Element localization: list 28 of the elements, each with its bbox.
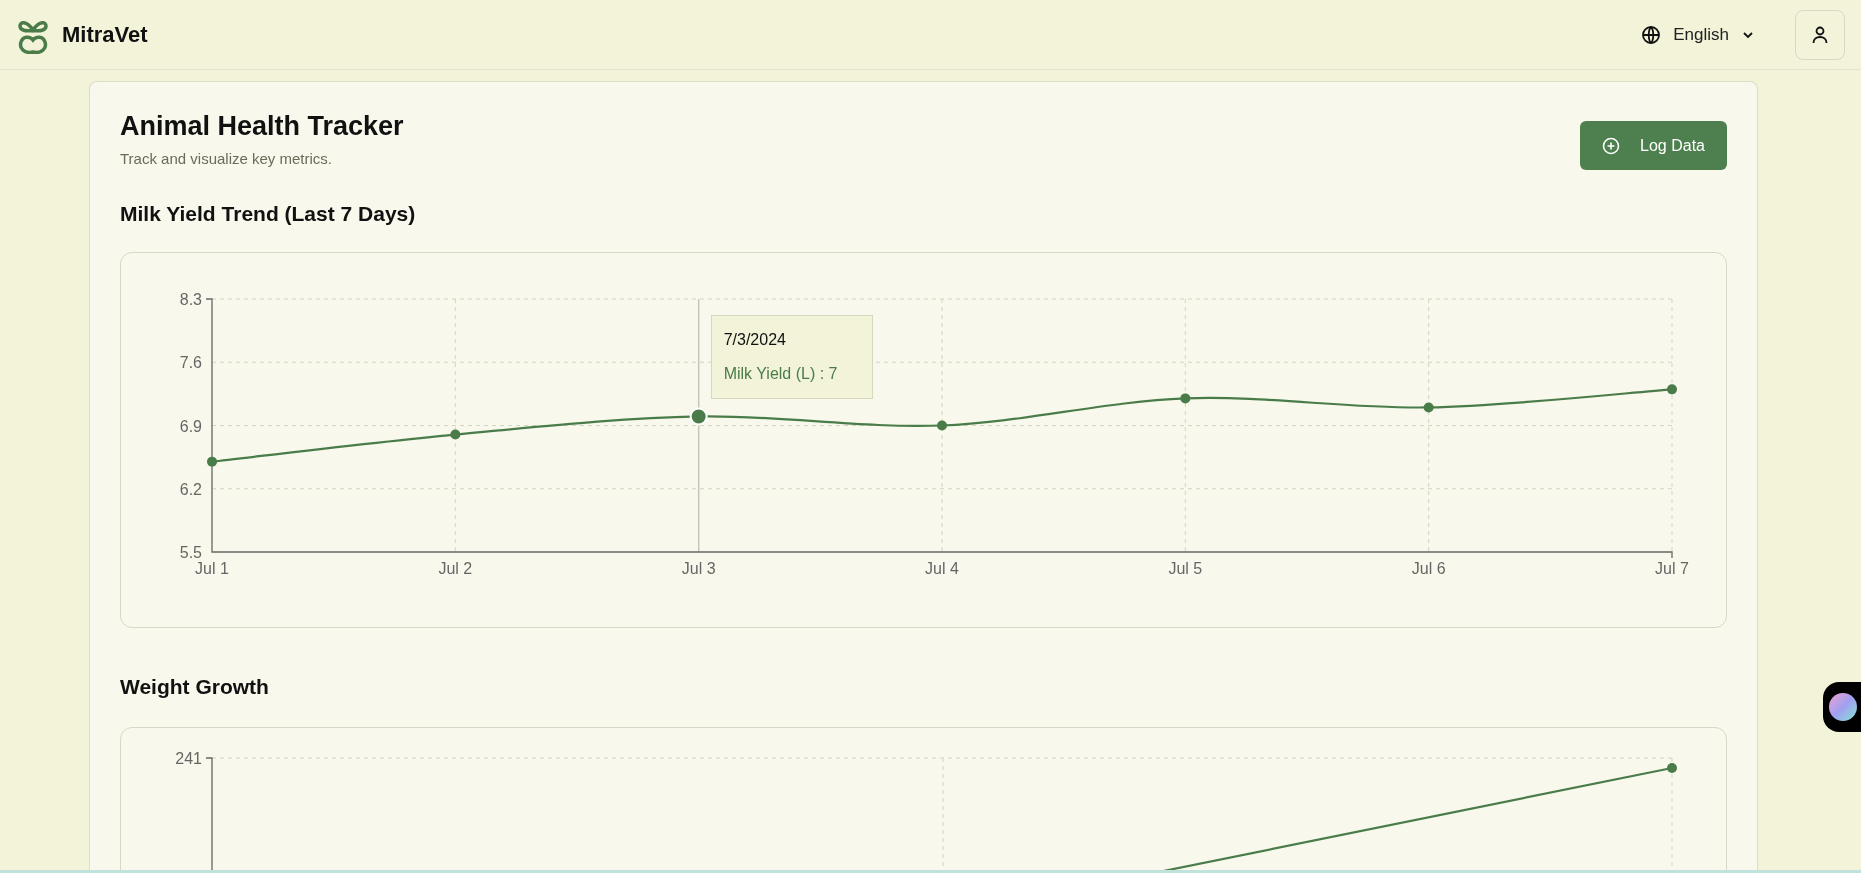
brand-name: MitraVet bbox=[62, 21, 148, 49]
page-subtitle: Track and visualize key metrics. bbox=[120, 148, 333, 169]
plus-circle-icon bbox=[1602, 136, 1621, 155]
chart-title: Weight Growth bbox=[120, 673, 270, 700]
assistant-widget[interactable] bbox=[1823, 682, 1861, 732]
user-button[interactable] bbox=[1795, 9, 1845, 60]
chart-title: Milk Yield Trend (Last 7 Days) bbox=[120, 201, 417, 228]
log-data-button[interactable]: Log Data bbox=[1580, 121, 1727, 170]
tooltip-date: 7/3/2024 bbox=[723, 329, 787, 350]
y-tick-label: 6.2 bbox=[179, 480, 202, 498]
globe-icon bbox=[1641, 24, 1662, 45]
tooltip-value: Milk Yield (L) : 7 bbox=[723, 363, 839, 384]
page-title: Animal Health Tracker bbox=[120, 110, 404, 143]
x-tick-label: Jul 1 bbox=[195, 559, 229, 577]
x-tick-label: Jul 3 bbox=[681, 559, 716, 577]
line-chart-drawing: 241 bbox=[121, 728, 1727, 873]
x-tick-label: Jul 2 bbox=[438, 559, 473, 577]
y-tick-label: 7.6 bbox=[179, 354, 202, 371]
language-selector[interactable]: English bbox=[1641, 21, 1755, 48]
y-tick-label: 8.3 bbox=[179, 290, 202, 308]
user-icon bbox=[1811, 25, 1829, 44]
x-tick-label: Jul 7 bbox=[1655, 559, 1689, 577]
x-tick-label: Jul 4 bbox=[925, 559, 959, 577]
x-tick-label: Jul 5 bbox=[1168, 559, 1203, 577]
y-tick-label: 6.9 bbox=[179, 417, 202, 435]
y-tick-label: 5.5 bbox=[179, 543, 202, 561]
avatar bbox=[1829, 693, 1857, 721]
x-tick-label: Jul 6 bbox=[1411, 559, 1446, 577]
